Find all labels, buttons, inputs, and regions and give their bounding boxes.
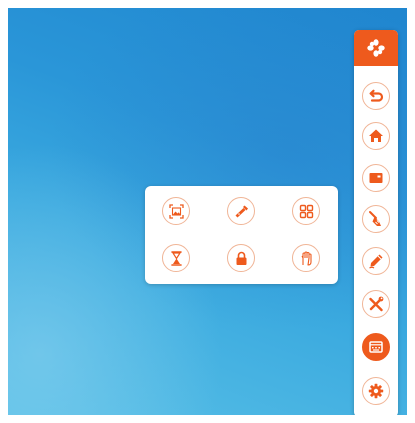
- desktop-background: [8, 8, 407, 415]
- vote-button[interactable]: [292, 244, 320, 272]
- lock-icon: [236, 251, 246, 265]
- wrench-screwdriver-icon: [369, 296, 384, 312]
- tools-popup-panel: [145, 186, 338, 284]
- annotate-button[interactable]: [362, 247, 390, 275]
- timer-button[interactable]: [162, 244, 190, 272]
- app-grid-icon: [299, 204, 313, 218]
- lock-button[interactable]: [227, 244, 255, 272]
- toolbar-header[interactable]: [354, 30, 398, 66]
- keyboard-panel-button[interactable]: [362, 333, 390, 361]
- home-icon: [369, 129, 383, 142]
- home-button[interactable]: [362, 122, 390, 150]
- keyboard-window-icon: [369, 341, 383, 353]
- hourglass-icon: [170, 250, 182, 266]
- back-arrow-icon: [369, 89, 384, 102]
- screenshot-button[interactable]: [162, 197, 190, 225]
- hand-raise-icon: [301, 250, 312, 266]
- screenshot-frame-icon: [168, 203, 184, 219]
- pen-icon: [369, 254, 383, 269]
- spotlight-button[interactable]: [227, 197, 255, 225]
- window-icon: [369, 173, 383, 183]
- tools-button[interactable]: [362, 290, 390, 318]
- flashlight-icon: [235, 205, 248, 217]
- side-toolbar: [354, 30, 398, 415]
- clear-button[interactable]: [362, 205, 390, 233]
- back-button[interactable]: [362, 82, 390, 110]
- gear-icon: [368, 383, 384, 399]
- window-button[interactable]: [362, 164, 390, 192]
- flower-logo-icon: [367, 39, 385, 57]
- settings-button[interactable]: [362, 377, 390, 405]
- apps-button[interactable]: [292, 197, 320, 225]
- broom-icon: [369, 211, 381, 226]
